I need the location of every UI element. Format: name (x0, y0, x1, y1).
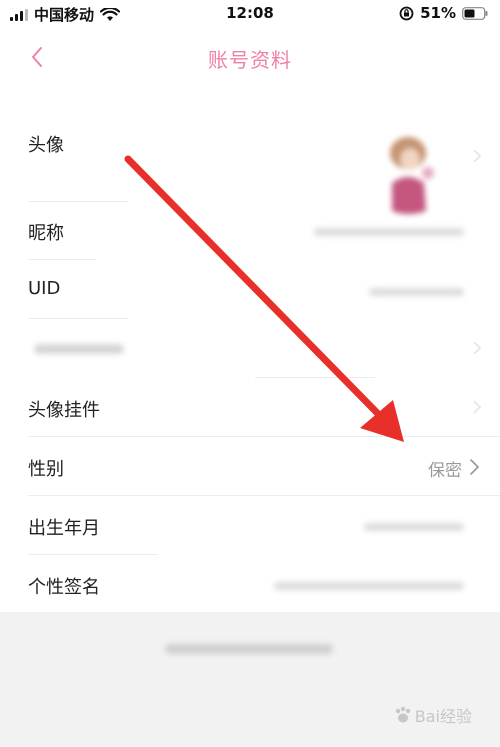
row-avatar[interactable]: 头像 (0, 115, 500, 214)
blurred-label (34, 344, 124, 354)
status-right: 51% (399, 4, 488, 22)
signature-value-blurred (274, 582, 464, 590)
chevron-right-icon (473, 341, 482, 355)
row-avatar-label: 头像 (28, 135, 64, 156)
paw-icon (395, 706, 410, 723)
row-blurred[interactable] (0, 319, 500, 378)
footer-area: Bai经验 (0, 612, 500, 747)
battery-icon (462, 6, 488, 20)
uid-value-blurred (369, 288, 464, 296)
row-uid: UID (0, 260, 500, 319)
page-title: 账号资料 (208, 48, 292, 72)
row-nickname[interactable]: 昵称 (0, 202, 500, 260)
nickname-value-blurred (314, 228, 464, 236)
row-gender-label: 性别 (28, 459, 64, 480)
row-birthday[interactable]: 出生年月 (0, 496, 500, 555)
row-signature[interactable]: 个性签名 (0, 555, 500, 612)
row-birthday-label: 出生年月 (28, 518, 100, 539)
row-signature-label: 个性签名 (28, 577, 100, 598)
row-uid-label: UID (28, 278, 61, 299)
orientation-lock-icon (399, 6, 414, 20)
watermark-text: Bai经验 (414, 707, 472, 726)
chevron-right-icon (473, 149, 482, 163)
chevron-right-icon (473, 400, 482, 414)
row-nickname-label: 昵称 (28, 223, 64, 244)
row-avatar-pendant[interactable]: 头像挂件 (0, 378, 500, 437)
watermark: Bai经验 (393, 703, 472, 727)
gender-value: 保密 (428, 461, 462, 481)
battery-percent: 51% (420, 4, 456, 22)
status-bar: 中国移动 12:08 51% (0, 0, 500, 30)
nav-bar: 账号资料 (0, 30, 500, 85)
row-gender[interactable]: 性别 保密 (0, 437, 500, 496)
row-avatar-pendant-label: 头像挂件 (28, 400, 100, 421)
chevron-right-icon (470, 459, 479, 475)
birthday-value-blurred (364, 523, 464, 531)
footer-blurred-text (165, 644, 333, 654)
